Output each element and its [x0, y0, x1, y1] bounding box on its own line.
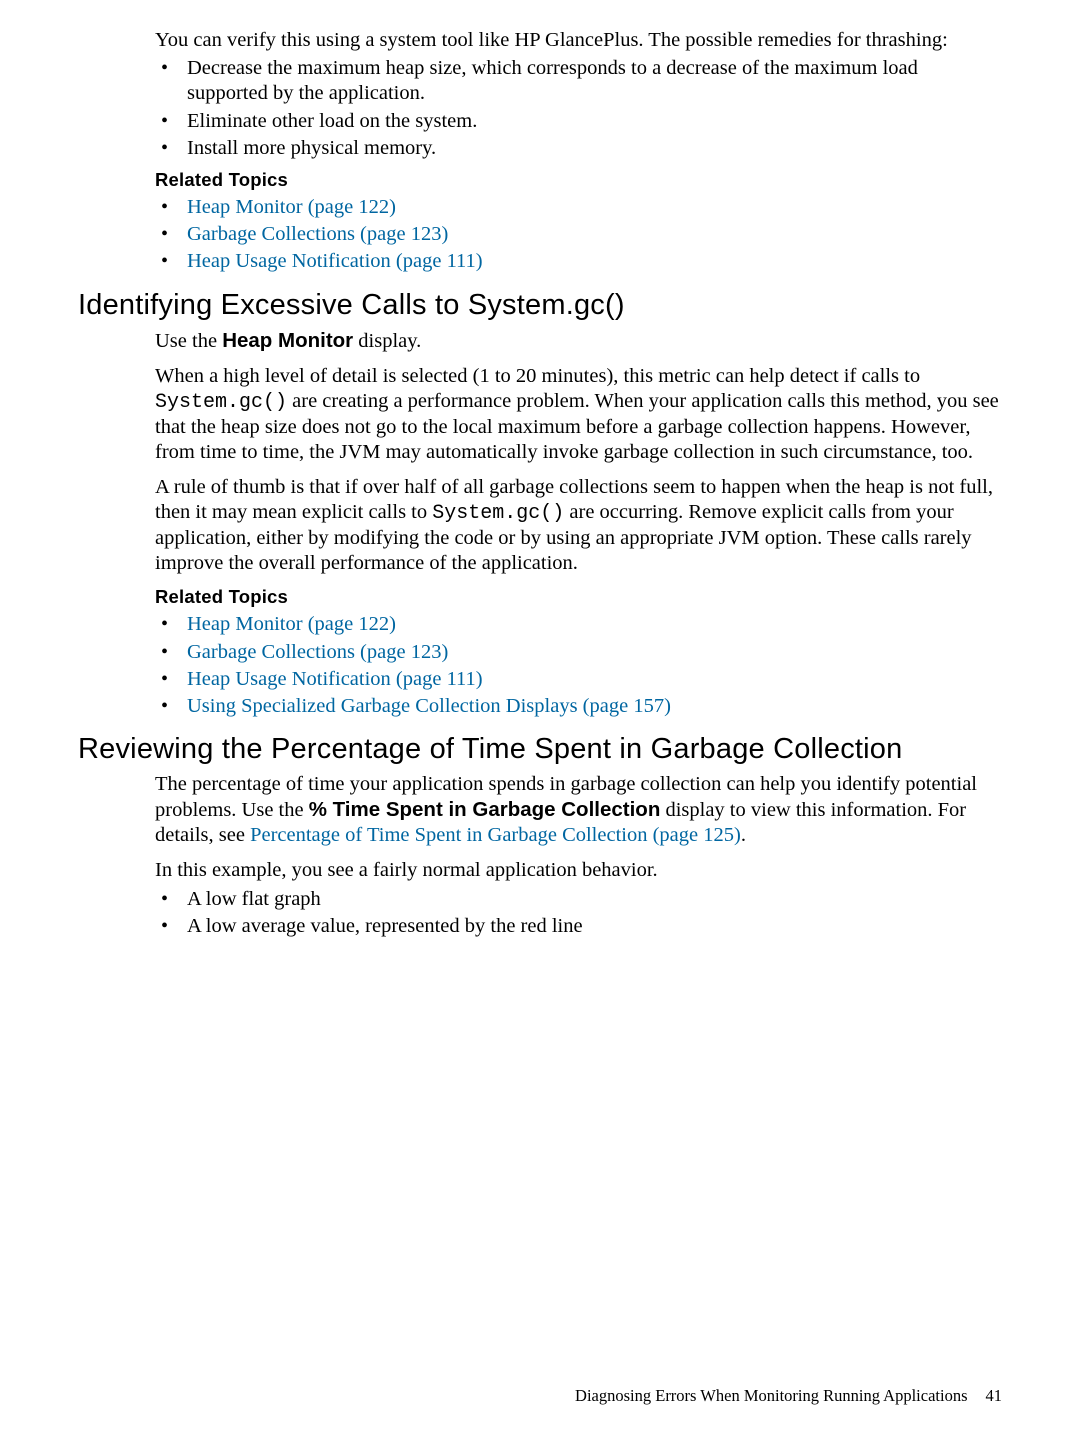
link-pct-time-gc[interactable]: Percentage of Time Spent in Garbage Coll…	[250, 824, 741, 846]
page-number: 41	[986, 1386, 1003, 1405]
detail-paragraph-2: A rule of thumb is that if over half of …	[155, 475, 1002, 576]
percentage-paragraph: The percentage of time your application …	[155, 772, 1002, 848]
link-heap-usage-notification[interactable]: Heap Usage Notification (page 111)	[187, 668, 483, 690]
link-heap-monitor[interactable]: Heap Monitor (page 122)	[187, 196, 396, 218]
link-heap-monitor[interactable]: Heap Monitor (page 122)	[187, 613, 396, 635]
section-heading-identifying: Identifying Excessive Calls to System.gc…	[78, 289, 1002, 322]
list-item: Heap Monitor (page 122)	[155, 195, 1002, 220]
list-item: Install more physical memory.	[155, 136, 1002, 161]
para1-a: When a high level of detail is selected …	[155, 365, 920, 387]
related-topics-heading: Related Topics	[155, 169, 1002, 191]
list-item: Garbage Collections (page 123)	[155, 640, 1002, 665]
para3-c: .	[741, 824, 746, 846]
link-specialized-gc-displays[interactable]: Using Specialized Garbage Collection Dis…	[187, 695, 671, 717]
page-footer: Diagnosing Errors When Monitoring Runnin…	[575, 1386, 1002, 1406]
text-prefix: Use the	[155, 330, 222, 352]
code-system-gc: System.gc()	[155, 391, 287, 414]
section-heading-reviewing: Reviewing the Percentage of Time Spent i…	[78, 733, 1002, 766]
list-item: Heap Usage Notification (page 111)	[155, 249, 1002, 274]
text-suffix: display.	[353, 330, 421, 352]
detail-paragraph-1: When a high level of detail is selected …	[155, 364, 1002, 465]
link-heap-usage-notification[interactable]: Heap Usage Notification (page 111)	[187, 250, 483, 272]
pct-time-label: % Time Spent in Garbage Collection	[309, 798, 661, 821]
use-heap-monitor-line: Use the Heap Monitor display.	[155, 328, 1002, 354]
heap-monitor-label: Heap Monitor	[222, 329, 353, 352]
related-topics-list-1: Heap Monitor (page 122) Garbage Collecti…	[155, 195, 1002, 275]
code-system-gc: System.gc()	[432, 502, 564, 525]
list-item: Using Specialized Garbage Collection Dis…	[155, 694, 1002, 719]
example-list: A low flat graph A low average value, re…	[155, 887, 1002, 939]
list-item: Eliminate other load on the system.	[155, 109, 1002, 134]
related-topics-list-2: Heap Monitor (page 122) Garbage Collecti…	[155, 612, 1002, 719]
list-item: A low average value, represented by the …	[155, 914, 1002, 939]
link-garbage-collections[interactable]: Garbage Collections (page 123)	[187, 223, 448, 245]
list-item: Decrease the maximum heap size, which co…	[155, 56, 1002, 106]
intro-line: You can verify this using a system tool …	[155, 28, 1002, 53]
list-item: Heap Usage Notification (page 111)	[155, 667, 1002, 692]
list-item: Heap Monitor (page 122)	[155, 612, 1002, 637]
example-intro: In this example, you see a fairly normal…	[155, 858, 1002, 883]
remedies-list: Decrease the maximum heap size, which co…	[155, 56, 1002, 161]
footer-title: Diagnosing Errors When Monitoring Runnin…	[575, 1386, 967, 1405]
link-garbage-collections[interactable]: Garbage Collections (page 123)	[187, 641, 448, 663]
list-item: A low flat graph	[155, 887, 1002, 912]
related-topics-heading: Related Topics	[155, 586, 1002, 608]
list-item: Garbage Collections (page 123)	[155, 222, 1002, 247]
